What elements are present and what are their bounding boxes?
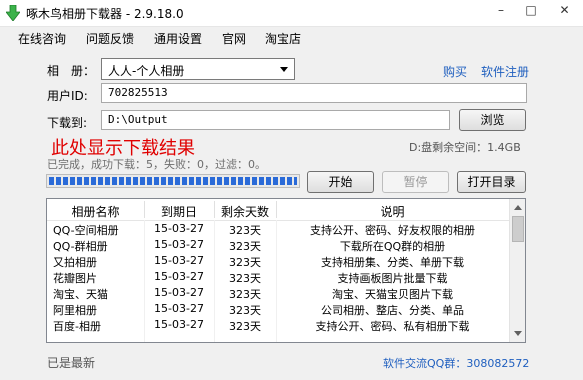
qq-group-info: 软件交流QQ群：308082572: [383, 355, 529, 371]
download-progress-bar: [46, 174, 300, 188]
header-days-left[interactable]: 剩余天数: [214, 203, 276, 220]
cell-album-name: 又拍相册: [53, 256, 97, 269]
cell-expiry: 15-03-27: [154, 238, 204, 251]
table-row[interactable]: QQ-群相册 15-03-27 323天 下载所在QQ群的相册: [47, 237, 509, 253]
menu-bar: 在线咨询 问题反馈 通用设置 官网 淘宝店: [0, 27, 583, 49]
browse-button[interactable]: 浏览: [459, 109, 526, 131]
green-down-arrow-icon: [6, 5, 20, 21]
header-expiry[interactable]: 到期日: [144, 203, 214, 220]
update-status: 已是最新: [47, 356, 96, 370]
cell-description: 支持画板图片批量下载: [337, 272, 448, 285]
minimize-button[interactable]: –: [486, 0, 516, 22]
register-link[interactable]: 软件注册: [481, 63, 529, 80]
cell-album-name: 淘宝、天猫: [53, 288, 108, 301]
cell-description: 下载所在QQ群的相册: [339, 240, 446, 253]
progress-fill: [49, 177, 297, 185]
cell-expiry: 15-03-27: [154, 302, 204, 315]
table-row[interactable]: 花瓣图片 15-03-27 323天 支持画板图片批量下载: [47, 269, 509, 285]
window-title: 啄木鸟相册下载器 - 2.9.18.0: [26, 7, 184, 21]
table-row[interactable]: 又拍相册 15-03-27 323天 支持相册集、分类、单册下载: [47, 253, 509, 269]
cell-expiry: 15-03-27: [154, 318, 204, 331]
download-stats-text: 已完成，成功下载：5，失败：0，过滤：0。: [47, 158, 266, 171]
album-select[interactable]: 人人-个人相册: [101, 58, 295, 80]
cell-expiry: 15-03-27: [154, 270, 204, 283]
menu-official-site[interactable]: 官网: [222, 30, 246, 47]
cell-description: 支持公开、密码、好友权限的相册: [310, 224, 475, 237]
menu-feedback[interactable]: 问题反馈: [86, 30, 134, 47]
cell-days-left: 323天: [229, 272, 261, 285]
open-directory-button[interactable]: 打开目录: [457, 171, 526, 193]
table-row[interactable]: 阿里相册 15-03-27 323天 公司相册、整店、分类、单品: [47, 301, 509, 317]
cell-description: 公司相册、整店、分类、单品: [321, 304, 464, 317]
header-description[interactable]: 说明: [276, 203, 509, 220]
menu-general-settings[interactable]: 通用设置: [154, 30, 202, 47]
qq-group-label: 软件交流QQ群：: [383, 357, 467, 370]
user-id-input[interactable]: 702825513: [101, 83, 527, 103]
cell-album-name: QQ-空间相册: [53, 224, 119, 237]
cell-days-left: 323天: [229, 304, 261, 317]
pause-button[interactable]: 暂停: [382, 171, 449, 193]
scroll-up-icon[interactable]: [514, 205, 522, 210]
close-button[interactable]: ✕: [546, 0, 583, 22]
cell-expiry: 15-03-27: [154, 222, 204, 235]
cell-description: 支持公开、密码、私有相册下载: [315, 320, 470, 333]
cell-days-left: 323天: [229, 320, 261, 333]
menu-taobao-store[interactable]: 淘宝店: [265, 30, 301, 47]
scroll-thumb[interactable]: [512, 216, 524, 242]
download-path-input[interactable]: D:\Output: [101, 110, 450, 130]
album-label: 相 册：: [47, 64, 96, 78]
cell-description: 淘宝、天猫宝贝图片下载: [332, 288, 453, 301]
cell-days-left: 323天: [229, 224, 261, 237]
menu-online-consult[interactable]: 在线咨询: [18, 30, 66, 47]
qq-group-number[interactable]: 308082572: [466, 357, 529, 370]
buy-link[interactable]: 购买: [443, 63, 467, 80]
table-row[interactable]: 淘宝、天猫 15-03-27 323天 淘宝、天猫宝贝图片下载: [47, 285, 509, 301]
cell-album-name: 百度-相册: [53, 320, 101, 333]
cell-expiry: 15-03-27: [154, 254, 204, 267]
table-row[interactable]: QQ-空间相册 15-03-27 323天 支持公开、密码、好友权限的相册: [47, 221, 509, 237]
chevron-down-icon: [280, 67, 288, 72]
cell-description: 支持相册集、分类、单册下载: [321, 256, 464, 269]
download-to-label: 下载到:: [47, 116, 88, 130]
scroll-down-icon[interactable]: [514, 331, 522, 336]
cell-album-name: QQ-群相册: [53, 240, 108, 253]
status-bar: 已是最新 软件交流QQ群：308082572: [0, 346, 583, 380]
cell-expiry: 15-03-27: [154, 286, 204, 299]
cell-days-left: 323天: [229, 240, 261, 253]
album-table[interactable]: 相册名称 到期日 剩余天数 说明 QQ-空间相册 15-03-27 323天 支持公开…: [46, 198, 526, 343]
cell-album-name: 阿里相册: [53, 304, 97, 317]
start-button[interactable]: 开始: [307, 171, 374, 193]
table-scrollbar[interactable]: [509, 199, 525, 342]
title-bar: 啄木鸟相册下载器 - 2.9.18.0 – □ ✕: [0, 0, 583, 27]
user-id-label: 用户ID:: [47, 89, 88, 103]
cell-album-name: 花瓣图片: [53, 272, 97, 285]
header-album-name[interactable]: 相册名称: [47, 203, 144, 220]
maximize-button[interactable]: □: [516, 0, 546, 22]
album-select-value: 人人-个人相册: [108, 64, 185, 78]
table-header: 相册名称 到期日 剩余天数 说明: [47, 199, 509, 221]
cell-days-left: 323天: [229, 256, 261, 269]
disk-space-text: D:盘剩余空间：1.4GB: [409, 141, 521, 154]
cell-days-left: 323天: [229, 288, 261, 301]
table-row[interactable]: 百度-相册 15-03-27 323天 支持公开、密码、私有相册下载: [47, 317, 509, 333]
